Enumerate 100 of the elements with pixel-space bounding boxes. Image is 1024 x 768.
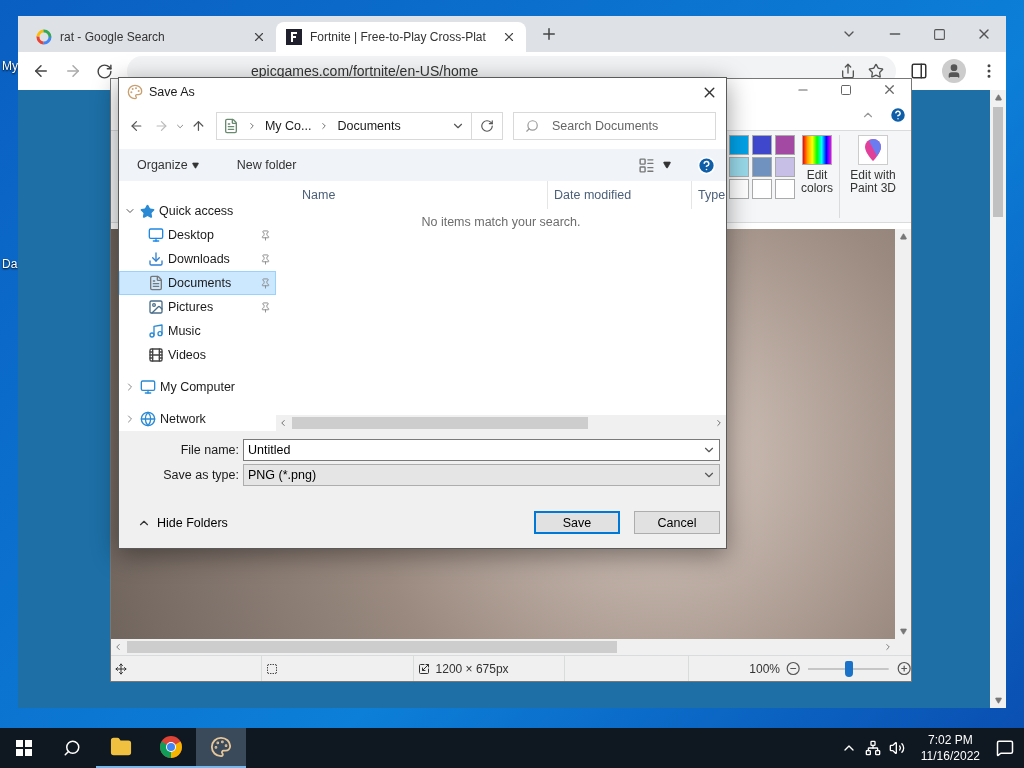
film-icon [148, 347, 164, 363]
nav-item[interactable]: My Computer [119, 375, 276, 399]
color-swatch[interactable] [752, 134, 772, 155]
dark-square-icon [286, 29, 302, 45]
breadcrumb-bar[interactable]: My Co... Documents [215, 112, 472, 140]
scrollbar-thumb[interactable] [292, 417, 588, 429]
field-label: File name: [179, 443, 239, 457]
close-icon[interactable] [252, 30, 266, 44]
palette-icon[interactable] [210, 736, 232, 758]
file-type-dropdown[interactable]: PNG (*.png) [243, 464, 720, 486]
dialog-button[interactable]: Cancel [634, 511, 720, 534]
file-name-field[interactable]: Untitled [243, 439, 720, 461]
nav-item[interactable]: Pictures [119, 295, 276, 319]
dialog-button[interactable]: Save [534, 511, 620, 534]
breadcrumb-item[interactable]: My Co... [264, 119, 312, 133]
help-icon[interactable] [697, 155, 716, 175]
scrollbar-thumb[interactable] [993, 107, 1003, 217]
person-silhouette-icon [946, 63, 962, 79]
scroll-up-icon[interactable] [899, 232, 907, 240]
windows-logo-icon[interactable] [16, 740, 32, 756]
desktop-icon-label[interactable]: My [2, 59, 18, 73]
taskbar-app[interactable] [196, 728, 246, 768]
color-swatch[interactable] [775, 134, 795, 155]
scroll-down-icon[interactable] [994, 697, 1002, 704]
color-swatch[interactable] [729, 178, 749, 199]
new-tab-icon[interactable] [540, 25, 558, 43]
side-panel-icon[interactable] [910, 62, 928, 80]
column-header[interactable]: Type [692, 181, 726, 209]
desktop-icon-label[interactable]: Da [2, 257, 18, 271]
color-swatch[interactable] [729, 134, 749, 155]
search-field[interactable]: Search Documents [512, 112, 716, 140]
download-arrow-icon [148, 251, 164, 267]
scroll-right-icon[interactable] [714, 418, 724, 428]
nav-item[interactable]: Documents [119, 271, 276, 295]
maximize-icon[interactable] [933, 27, 946, 41]
scrollbar[interactable] [895, 228, 911, 640]
zoom-in-icon[interactable] [896, 661, 911, 677]
ribbon-button[interactable]: Edit colors [797, 134, 837, 218]
caret-icon [191, 161, 199, 169]
move-icon [115, 662, 127, 675]
notifications-icon[interactable] [996, 739, 1014, 757]
picture-icon [148, 299, 164, 315]
nav-item[interactable]: Videos [119, 343, 276, 367]
breadcrumb-item[interactable]: Documents [337, 119, 401, 133]
star-icon [140, 203, 155, 219]
nav-item[interactable]: Desktop [119, 223, 276, 247]
hide-folders-button[interactable]: Hide Folders [131, 514, 234, 531]
color-swatch[interactable] [775, 156, 795, 177]
scrollbar-thumb[interactable] [127, 641, 617, 654]
field-label: Save as type: [162, 468, 239, 482]
close-icon[interactable] [502, 30, 516, 44]
volume-icon[interactable] [888, 740, 905, 756]
scrollbar[interactable] [276, 415, 726, 431]
organize-button[interactable]: Organize [131, 158, 205, 172]
zoom-out-icon[interactable] [786, 661, 801, 677]
nav-item[interactable]: Music [119, 319, 276, 343]
browser-tab[interactable]: rat - Google Search [26, 22, 276, 52]
share-icon[interactable] [840, 63, 856, 79]
clock[interactable]: 7:02 PM 11/16/2022 [920, 732, 980, 764]
monitor-icon [148, 227, 164, 243]
color-swatch[interactable] [775, 178, 795, 199]
nav-item[interactable]: Downloads [119, 247, 276, 271]
ribbon-button[interactable]: Edit with Paint 3D [839, 134, 904, 218]
music-note-icon [148, 323, 164, 339]
view-options-icon[interactable] [638, 156, 655, 174]
profile-icon[interactable] [942, 59, 966, 83]
folder-icon[interactable] [110, 736, 132, 758]
image-size-icon [417, 662, 430, 675]
network-icon[interactable] [864, 740, 881, 756]
search-icon[interactable] [63, 739, 81, 757]
help-icon[interactable] [889, 106, 907, 125]
scroll-down-icon[interactable] [899, 628, 907, 636]
color-swatch[interactable] [729, 156, 749, 177]
new-folder-button[interactable]: New folder [230, 158, 303, 172]
zoom-percentage: 100% [749, 661, 780, 676]
caret-icon[interactable] [663, 161, 671, 169]
back-arrow-icon[interactable] [129, 118, 144, 134]
color-spectrum-icon [802, 134, 832, 165]
bookmark-star-icon[interactable] [868, 63, 884, 79]
reload-icon[interactable] [96, 62, 113, 80]
chrome-logo-icon [159, 735, 183, 759]
scroll-left-icon[interactable] [278, 418, 288, 428]
nav-item[interactable]: Quick access [119, 199, 276, 223]
nav-item[interactable]: Network [119, 407, 276, 431]
color-swatch[interactable] [752, 156, 772, 177]
refresh-button[interactable] [470, 112, 503, 140]
column-header[interactable]: Date modified [548, 181, 692, 209]
column-header[interactable]: Name [296, 181, 548, 209]
palette-icon [127, 84, 143, 100]
scrollbar[interactable] [111, 639, 911, 656]
scroll-up-icon[interactable] [994, 94, 1002, 101]
slider-thumb[interactable] [844, 660, 853, 677]
maximize-icon[interactable] [840, 83, 852, 96]
refresh-icon [479, 119, 494, 133]
search-icon [524, 119, 539, 133]
document-icon [222, 118, 239, 134]
browser-tab[interactable]: Fortnite | Free-to-Play Cross-Plat [276, 22, 526, 52]
scrollbar[interactable] [990, 90, 1006, 708]
color-swatch[interactable] [752, 178, 772, 199]
image-dimensions: 1200 × 675px [435, 661, 509, 676]
